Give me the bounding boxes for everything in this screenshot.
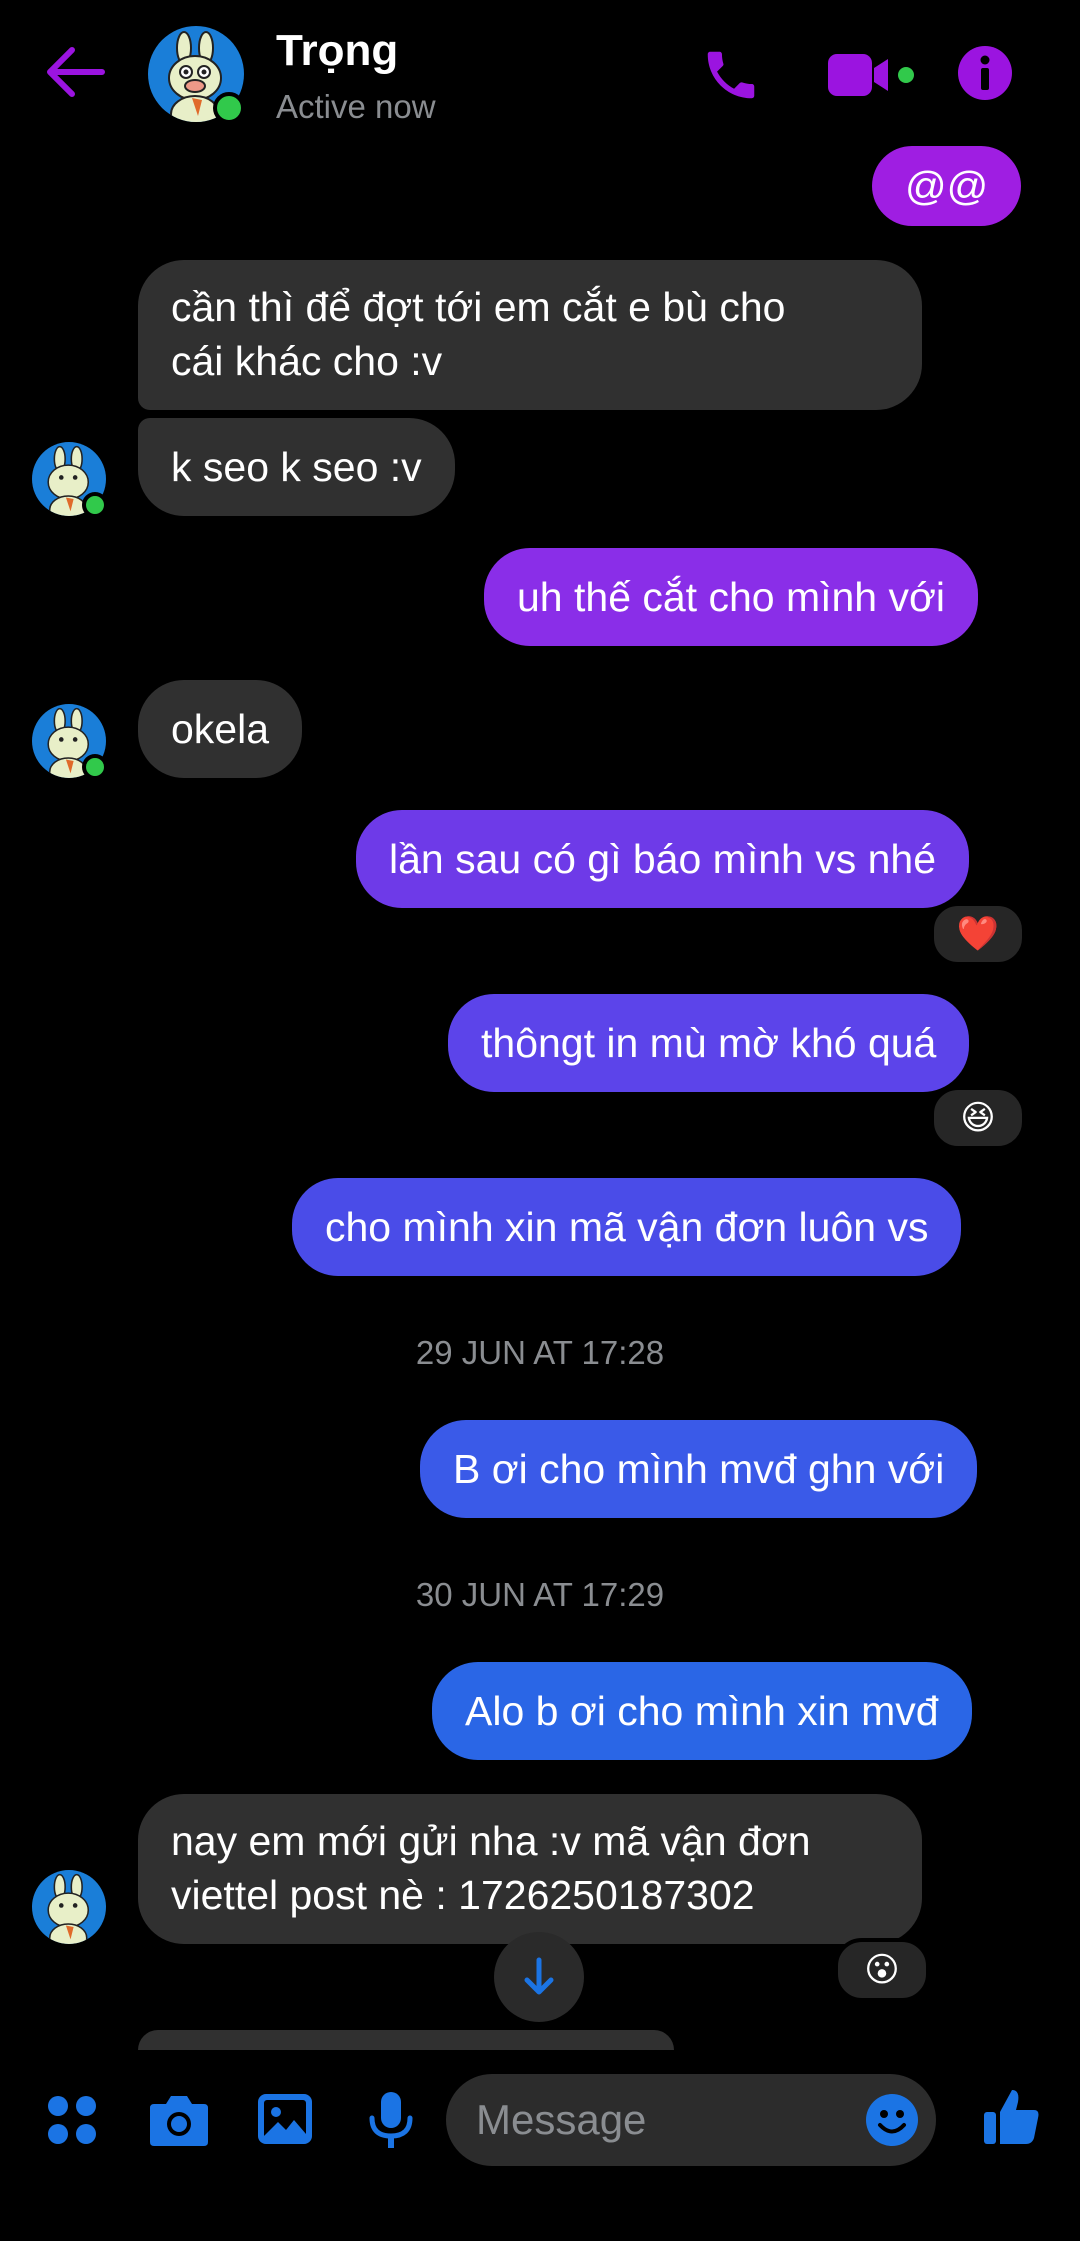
thumbs-up-icon[interactable]: [982, 2086, 1042, 2148]
video-camera-icon[interactable]: [826, 50, 916, 100]
contact-status: Active now: [276, 88, 436, 125]
timestamp: 29 JUN AT 17:28: [415, 1334, 665, 1371]
message-bubble-incoming[interactable]: okela: [138, 680, 303, 778]
four-dots-icon[interactable]: [46, 2094, 98, 2146]
message-bubble-outgoing[interactable]: @@: [872, 146, 1022, 226]
rabbit-avatar-image: [47, 1873, 90, 1944]
online-status-dot: [82, 492, 108, 518]
message-bubble-incoming[interactable]: cần thì để đợt tới em cắt e bù cho cái k…: [138, 260, 922, 410]
message-bubble-outgoing[interactable]: cho mình xin mã vận đơn luôn vs: [292, 1178, 962, 1276]
online-status-dot: [82, 754, 108, 780]
contact-name[interactable]: Trọng: [276, 26, 398, 76]
message-line: cái khác cho :v: [171, 338, 443, 384]
smiley-icon[interactable]: [864, 2092, 920, 2148]
microphone-icon[interactable]: [366, 2090, 416, 2150]
reaction-heart[interactable]: ❤️: [930, 902, 1026, 966]
reaction-wow[interactable]: 😮: [834, 1938, 930, 2002]
info-icon[interactable]: [956, 44, 1014, 102]
message-line: nay em mới gửi nha :v mã vận đơn: [171, 1818, 811, 1864]
message-bubble-outgoing[interactable]: uh thế cắt cho mình với: [484, 548, 978, 646]
reaction-laugh[interactable]: 😆: [930, 1086, 1026, 1150]
message-bubble-incoming-partial: [138, 2030, 674, 2050]
image-icon[interactable]: [256, 2092, 314, 2146]
arrow-down-icon: [524, 1957, 554, 1995]
online-status-dot: [213, 92, 245, 124]
message-bubble-outgoing[interactable]: lần sau có gì báo mình vs nhé: [356, 810, 970, 908]
message-bubble-incoming[interactable]: nay em mới gửi nha :v mã vận đơn viettel…: [138, 1794, 922, 1944]
message-bubble-outgoing[interactable]: Alo b ơi cho mình xin mvđ: [432, 1662, 972, 1760]
phone-icon[interactable]: [700, 44, 762, 106]
back-arrow-icon[interactable]: [40, 42, 110, 102]
avatar[interactable]: [32, 1870, 106, 1944]
timestamp: 30 JUN AT 17:29: [415, 1576, 665, 1613]
message-input[interactable]: [446, 2074, 936, 2166]
message-line: viettel post nè : 1726250187302: [171, 1872, 755, 1918]
message-bubble-outgoing[interactable]: thôngt in mù mờ khó quá: [448, 994, 970, 1092]
scroll-to-bottom-button[interactable]: [494, 1932, 584, 2022]
message-line: cần thì để đợt tới em cắt e bù cho: [171, 284, 786, 330]
camera-icon[interactable]: [148, 2092, 210, 2148]
message-bubble-outgoing[interactable]: B ơi cho mình mvđ ghn với: [420, 1420, 978, 1518]
message-bubble-incoming[interactable]: k seo k seo :v: [138, 418, 455, 516]
